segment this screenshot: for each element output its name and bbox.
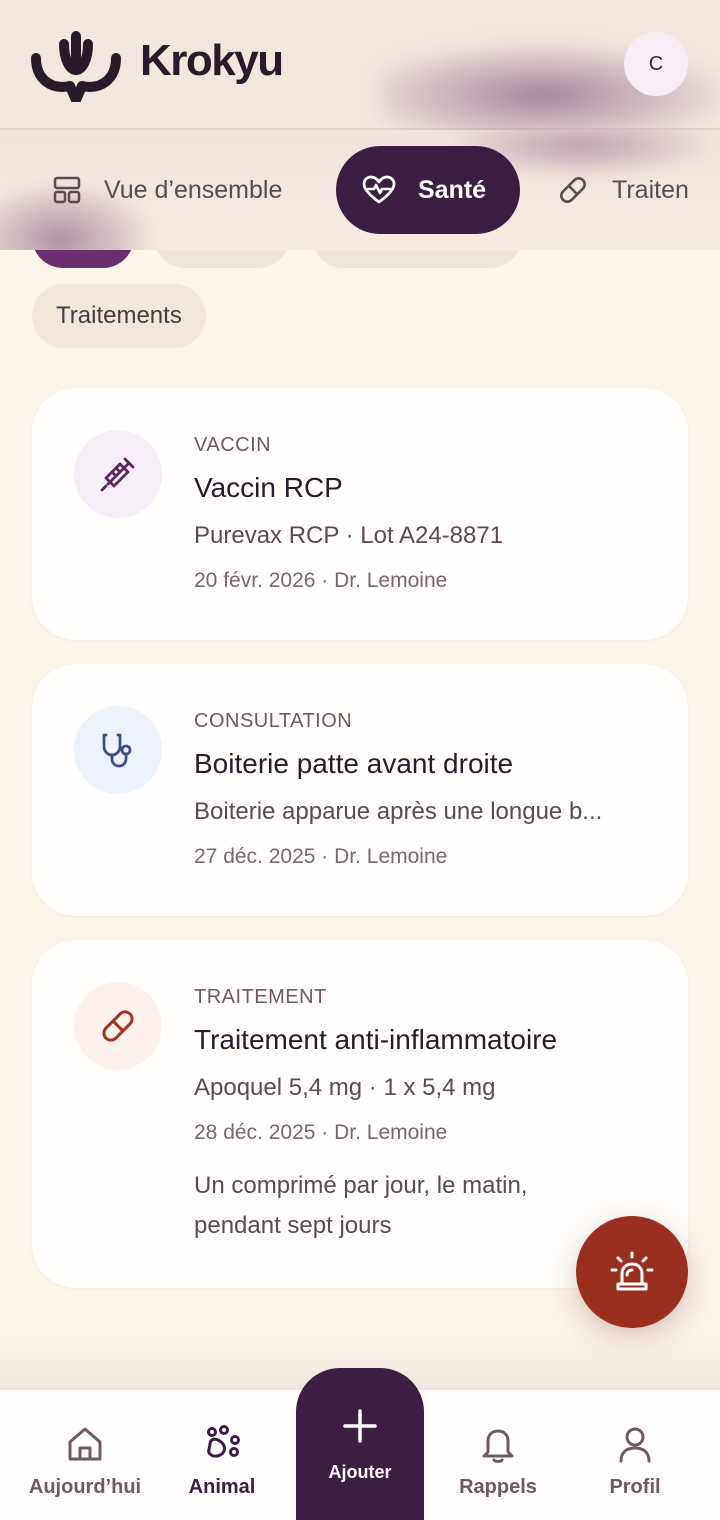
section-tabs: Vue d’ensemble Santé Traiten bbox=[0, 130, 720, 250]
logo-icon bbox=[31, 31, 121, 102]
record-icon-badge bbox=[74, 430, 162, 518]
pill-icon bbox=[560, 177, 586, 203]
user-icon bbox=[619, 1427, 651, 1463]
app-header: Krokyu C bbox=[0, 0, 720, 150]
filter-chip-active[interactable] bbox=[32, 250, 134, 268]
pill-icon bbox=[102, 1010, 134, 1042]
record-meta: 27 déc. 2025 · Dr. Lemoine bbox=[194, 845, 448, 868]
layout-icon bbox=[53, 176, 81, 204]
heart-pulse-icon bbox=[362, 175, 396, 204]
stethoscope-icon bbox=[102, 733, 132, 768]
record-type: TRAITEMENT bbox=[194, 986, 327, 1008]
record-title: Traitement anti-inflammatoire bbox=[194, 1024, 558, 1055]
filter-chips-row bbox=[0, 250, 720, 270]
tab-overview[interactable]: Vue d’ensemble bbox=[52, 146, 282, 234]
avatar[interactable]: C bbox=[624, 32, 688, 96]
tab-health-label: Santé bbox=[418, 175, 487, 204]
tab-treatments-label: Traiten bbox=[612, 175, 689, 204]
filter-chip[interactable] bbox=[312, 250, 522, 268]
siren-icon bbox=[610, 1251, 654, 1291]
nav-reminders-label: Rappels bbox=[459, 1476, 537, 1498]
record-note: Un comprimé par jour, le matin, pendant … bbox=[194, 1172, 528, 1239]
record-type: VACCIN bbox=[194, 434, 272, 456]
record-icon-badge bbox=[74, 706, 162, 794]
record-subtitle: Purevax RCP · Lot A24-8871 bbox=[194, 522, 504, 549]
paw-icon bbox=[207, 1425, 240, 1458]
filter-chip[interactable] bbox=[154, 250, 290, 268]
add-button-label: Ajouter bbox=[328, 1462, 392, 1482]
nav-pet[interactable]: Animal bbox=[152, 1390, 292, 1520]
tab-health[interactable]: Santé bbox=[336, 146, 520, 234]
record-meta: 20 févr. 2026 · Dr. Lemoine bbox=[194, 569, 448, 592]
nav-profile[interactable]: Profil bbox=[565, 1390, 705, 1520]
record-title: Boiterie patte avant droite bbox=[194, 748, 514, 779]
syringe-icon bbox=[100, 457, 135, 492]
home-icon bbox=[68, 1427, 102, 1461]
add-button[interactable]: Ajouter bbox=[296, 1368, 424, 1520]
record-meta: 28 déc. 2025 · Dr. Lemoine bbox=[194, 1121, 448, 1144]
tab-treatments[interactable]: Traiten bbox=[556, 146, 689, 234]
app-name: Krokyu bbox=[140, 36, 284, 85]
nav-today-label: Aujourd’hui bbox=[28, 1476, 142, 1498]
filter-chip-treatments[interactable]: Traitements bbox=[32, 284, 206, 348]
record-subtitle: Boiterie apparue après une longue b... bbox=[194, 798, 603, 825]
record-card-consultation[interactable]: CONSULTATION Boiterie patte avant droite… bbox=[32, 664, 688, 916]
record-subtitle: Apoquel 5,4 mg · 1 x 5,4 mg bbox=[194, 1074, 496, 1101]
record-icon-badge bbox=[74, 982, 162, 1070]
nav-reminders[interactable]: Rappels bbox=[428, 1390, 568, 1520]
nav-pet-label: Animal bbox=[188, 1476, 256, 1498]
bell-icon bbox=[482, 1429, 514, 1463]
plus-icon bbox=[343, 1409, 377, 1443]
tab-overview-label: Vue d’ensemble bbox=[104, 175, 283, 204]
nav-profile-label: Profil bbox=[609, 1476, 661, 1498]
emergency-button[interactable] bbox=[576, 1216, 688, 1328]
record-title: Vaccin RCP bbox=[194, 472, 343, 503]
record-card-vaccine[interactable]: VACCIN Vaccin RCP Purevax RCP · Lot A24-… bbox=[32, 388, 688, 640]
record-type: CONSULTATION bbox=[194, 710, 353, 732]
nav-today[interactable]: Aujourd’hui bbox=[15, 1390, 155, 1520]
